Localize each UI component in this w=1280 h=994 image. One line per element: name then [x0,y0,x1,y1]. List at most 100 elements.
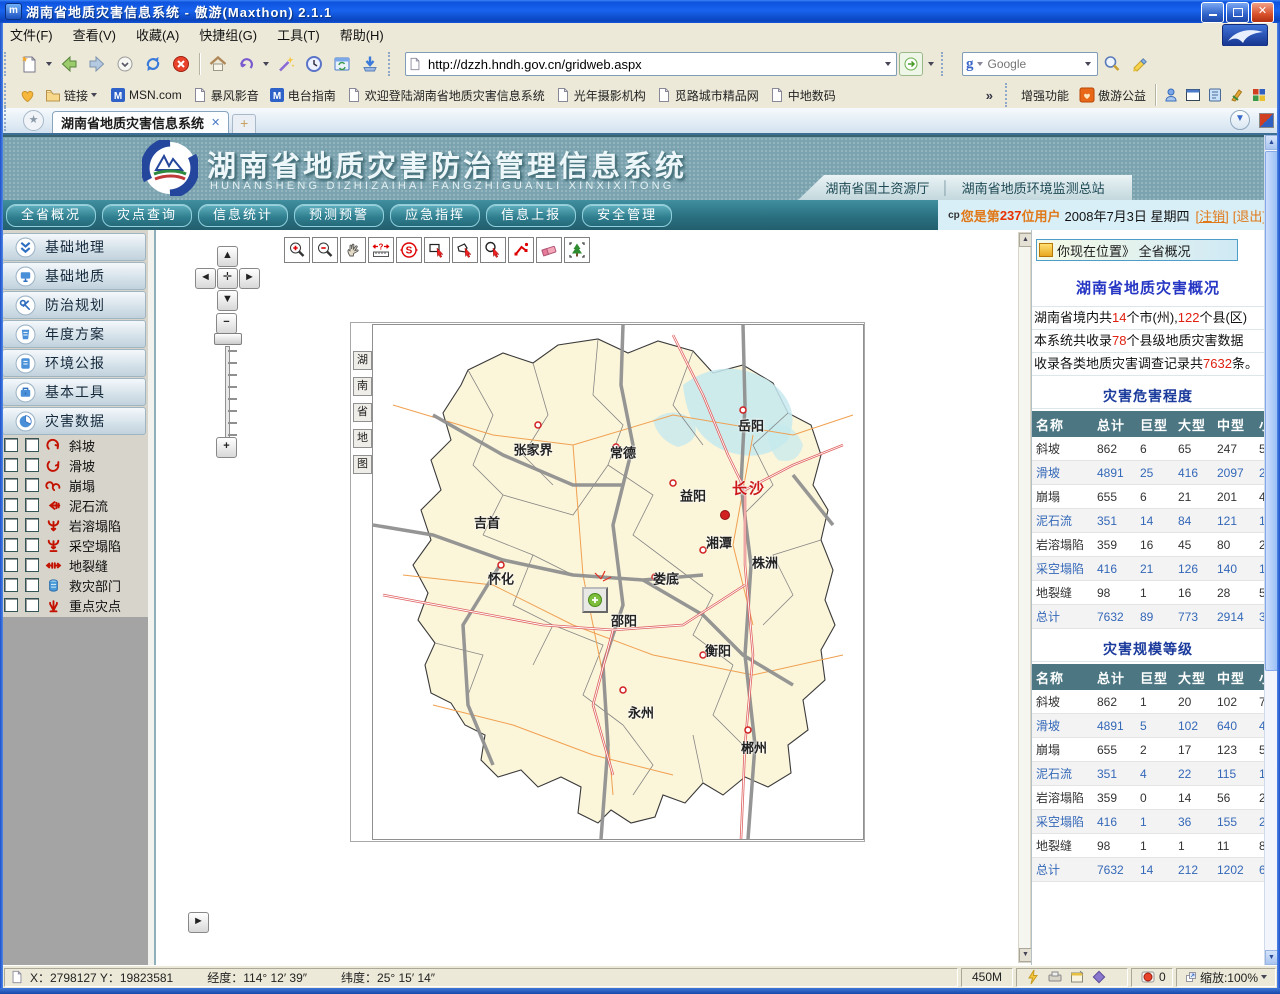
notes-icon[interactable] [1207,87,1223,103]
select-rect-tool[interactable] [424,237,450,263]
history-dropdown-button[interactable] [113,52,137,76]
sidebar-button-3[interactable]: 年度方案 [2,320,146,348]
layer-checkbox-2[interactable] [25,598,39,612]
proxy-icon[interactable] [1163,87,1179,103]
home-button[interactable] [206,52,230,76]
pan-right-button[interactable]: ► [239,268,260,289]
zoom-in-tool[interactable] [284,237,310,263]
tab-close-icon[interactable]: ✕ [211,116,220,129]
zoom-slider-track[interactable] [225,346,230,440]
layer-checkbox-2[interactable] [25,498,39,512]
nav-tab-0[interactable]: 全省概况 [6,204,96,227]
zoom-out-step-button[interactable]: − [216,313,237,334]
layer-checkbox[interactable] [4,438,18,452]
new-page-caret[interactable] [46,62,52,66]
bookmark-item[interactable]: MMSN.com [110,87,182,103]
panel-scrollbar[interactable]: ▲ ▼ [1018,232,1031,963]
zoom-in-step-button[interactable]: + [216,437,237,458]
map-marker-button[interactable] [582,587,608,613]
title-bar[interactable]: m 湖南省地质灾害信息系统 - 傲游(Maxthon) 2.1.1 ✕ [0,0,1280,23]
tab-grip[interactable] [4,107,10,131]
nav-tab-2[interactable]: 信息统计 [198,204,288,227]
go-button[interactable] [899,52,923,76]
layer-checkbox-2[interactable] [25,438,39,452]
stop-button[interactable] [169,52,193,76]
toolbar-grip3[interactable] [941,52,947,76]
layer-checkbox-2[interactable] [25,538,39,552]
plugin-item[interactable]: 增强功能 [1021,87,1069,104]
map-rail-button-3[interactable]: 地 [353,429,372,448]
pan-up-button[interactable]: ▲ [217,246,238,267]
zoom-slider-handle[interactable] [214,333,242,345]
pan-tool[interactable] [340,237,366,263]
pens-icon[interactable] [1229,87,1245,103]
pan-down-button[interactable]: ▼ [217,290,238,311]
new-page-button[interactable] [17,52,41,76]
menu-item-2[interactable]: 收藏(A) [126,25,189,44]
favorites-heart-icon[interactable] [19,87,36,104]
bookmarks-overflow-icon[interactable]: » [986,88,993,103]
minimize-button[interactable] [1201,2,1224,23]
popup-blocker-icon[interactable] [1047,969,1063,985]
bookmark-item[interactable]: 光年摄影机构 [555,87,646,104]
map-canvas[interactable]: 张家界常德岳阳益阳长沙吉首湘潭株洲怀化娄底邵阳衡阳永州郴州 [372,324,864,840]
layer-checkbox[interactable] [4,598,18,612]
bookmark-item[interactable]: 暴风影音 [192,87,259,104]
layer-checkbox[interactable] [4,498,18,512]
map-rail-button-0[interactable]: 湖 [353,351,372,370]
draw-line-tool[interactable] [508,237,534,263]
exit-link[interactable]: [退出] [1233,206,1266,225]
toolbar-grip[interactable] [4,52,10,76]
sidebar-button-2[interactable]: 防治规划 [2,291,146,319]
layer-checkbox[interactable] [4,458,18,472]
magic-fill-button[interactable] [274,52,298,76]
bookmarks-grip[interactable] [4,83,10,107]
search-go-button[interactable] [1100,52,1124,76]
sidebar-button-5[interactable]: 基本工具 [2,378,146,406]
full-extent-tool[interactable] [564,237,590,263]
layer-checkbox[interactable] [4,478,18,492]
active-tab[interactable]: 湖南省地质灾害信息系统 ✕ [52,111,229,133]
menu-item-1[interactable]: 查看(V) [63,25,126,44]
bookmark-item[interactable]: 欢迎登陆湖南省地质灾害信息系统 [346,87,545,104]
skin-icon[interactable] [1251,87,1267,103]
search-box[interactable]: g [962,52,1098,76]
zoom-caret[interactable] [1261,975,1267,979]
history-button[interactable] [302,52,326,76]
refresh-button[interactable] [141,52,165,76]
nav-tab-1[interactable]: 灾点查询 [102,204,192,227]
link-land-resources[interactable]: 湖南省国土资源厅 [825,178,929,197]
bookmark-item[interactable]: M电台指南 [269,87,336,104]
undo-button[interactable] [234,52,258,76]
bookmark-item[interactable]: 觅路城市精品网 [656,87,759,104]
map-rail-button-2[interactable]: 省 [353,403,372,422]
pan-left-button[interactable]: ◄ [195,268,216,289]
layer-checkbox-2[interactable] [25,478,39,492]
layer-checkbox[interactable] [4,578,18,592]
address-input[interactable] [426,54,882,74]
filter-icon[interactable] [1091,969,1107,985]
layer-checkbox-2[interactable] [25,458,39,472]
window-icon[interactable] [1185,87,1201,103]
select-circle-tool[interactable] [480,237,506,263]
plugin-item[interactable]: 傲游公益 [1079,87,1146,104]
layer-checkbox[interactable] [4,558,18,572]
zoom-out-tool[interactable] [312,237,338,263]
auto-refresh-button[interactable] [330,52,354,76]
menu-item-4[interactable]: 工具(T) [267,25,330,44]
new-tab-button[interactable]: + [232,114,256,133]
sidebar-button-6[interactable]: 灾害数据 [2,407,146,435]
maxthon-bird-logo[interactable] [1222,24,1268,47]
nav-tab-4[interactable]: 应急指挥 [390,204,480,227]
go-caret[interactable] [928,62,934,66]
sidebar-button-0[interactable]: 基础地理 [2,233,146,261]
plugin-grip[interactable] [1005,83,1011,107]
sidebar-button-4[interactable]: 环境公报 [2,349,146,377]
layer-checkbox-2[interactable] [25,578,39,592]
menu-item-3[interactable]: 快捷组(G) [189,25,267,44]
nav-tab-6[interactable]: 安全管理 [582,204,672,227]
menu-item-0[interactable]: 文件(F) [0,25,63,44]
bookmark-caret[interactable] [91,93,97,97]
map-rail-button-4[interactable]: 图 [353,455,372,474]
undo-caret[interactable] [263,62,269,66]
